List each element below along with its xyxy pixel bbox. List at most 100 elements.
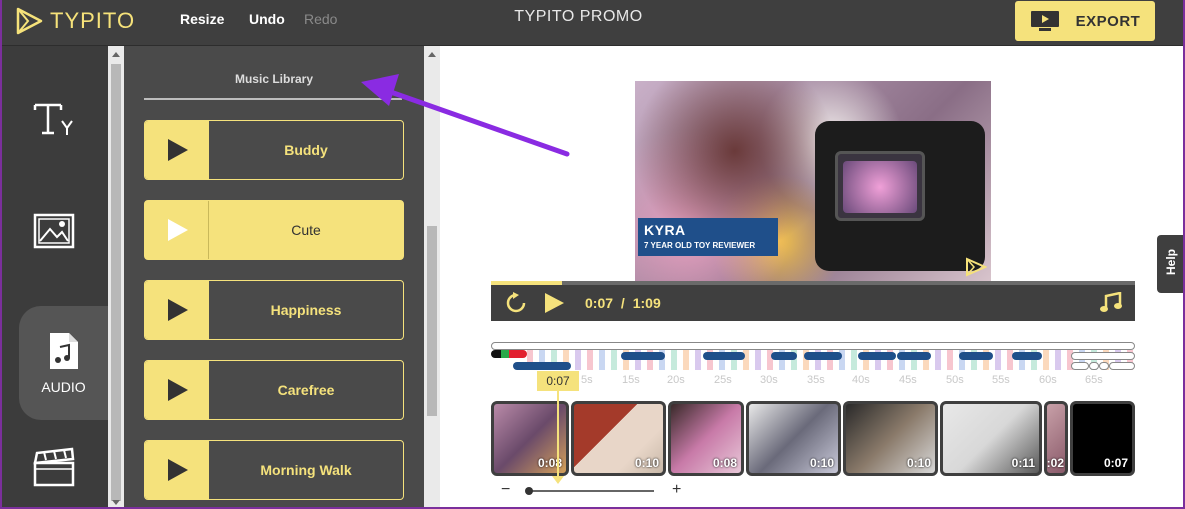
timeline-text-block[interactable] bbox=[1012, 352, 1042, 360]
rail-item-image[interactable] bbox=[0, 196, 108, 266]
rail-item-text[interactable] bbox=[0, 84, 108, 154]
music-note-icon[interactable] bbox=[1099, 292, 1123, 314]
timeline-text-block[interactable] bbox=[703, 352, 745, 360]
track-item-carefree[interactable]: Carefree bbox=[144, 360, 404, 420]
track-item-happiness[interactable]: Happiness bbox=[144, 280, 404, 340]
play-track-button[interactable] bbox=[145, 281, 209, 339]
export-button[interactable]: EXPORT bbox=[1015, 1, 1155, 41]
clip-thumbnail[interactable]: 0:10 bbox=[746, 401, 841, 476]
timeline-text-block[interactable] bbox=[621, 352, 665, 360]
clip-thumbnail[interactable]: 0:10 bbox=[571, 401, 666, 476]
timeline-zoom-control: − + bbox=[501, 481, 681, 499]
rail-scroll-thumb[interactable] bbox=[111, 64, 121, 501]
timeline-track-strip[interactable] bbox=[491, 342, 1135, 370]
timeline-text-block[interactable] bbox=[858, 352, 896, 360]
play-track-button[interactable] bbox=[145, 201, 209, 259]
timeline-text-block[interactable] bbox=[959, 352, 993, 360]
clip-thumbnail[interactable]: 0:10 bbox=[843, 401, 938, 476]
top-bar: TYPITO Resize Undo Redo TYPITO PROMO EXP… bbox=[0, 0, 1185, 46]
music-library-panel: Music Library Buddy Cute Happiness Caref… bbox=[124, 46, 424, 509]
play-track-button[interactable] bbox=[145, 441, 209, 499]
scroll-up-arrow-icon[interactable] bbox=[428, 52, 436, 57]
library-scrollbar[interactable] bbox=[424, 46, 440, 509]
tick-label: 65s bbox=[1085, 374, 1103, 386]
clip-thumbnail[interactable]: 0:07 bbox=[1070, 401, 1135, 476]
current-time: 0:07 bbox=[585, 295, 614, 311]
tick-label: 45s bbox=[899, 374, 917, 386]
tick-label: 40s bbox=[852, 374, 870, 386]
play-track-button[interactable] bbox=[145, 361, 209, 419]
timeline-text-block[interactable] bbox=[771, 352, 797, 360]
zoom-slider-track[interactable] bbox=[527, 490, 654, 492]
panel-title: Music Library bbox=[234, 72, 314, 86]
track-item-morning-walk[interactable]: Morning Walk bbox=[144, 440, 404, 500]
timeline-text-block[interactable] bbox=[513, 362, 571, 370]
zoom-out-button[interactable]: − bbox=[501, 481, 510, 499]
camera-image bbox=[815, 121, 985, 271]
clip-thumbnail[interactable]: 0:08 bbox=[668, 401, 744, 476]
undo-button[interactable]: Undo bbox=[249, 11, 285, 27]
scroll-up-arrow-icon[interactable] bbox=[112, 52, 120, 57]
track-name: Happiness bbox=[270, 302, 342, 318]
watermark-logo-icon bbox=[966, 257, 987, 277]
project-title: TYPITO PROMO bbox=[514, 8, 643, 25]
monitor-icon bbox=[1030, 11, 1059, 31]
image-icon bbox=[33, 213, 75, 249]
timeline-empty-block[interactable] bbox=[1071, 362, 1089, 370]
clip-duration: 0:08 bbox=[712, 456, 737, 470]
time-separator: / bbox=[620, 295, 625, 311]
library-scroll-thumb[interactable] bbox=[427, 226, 437, 416]
resize-button[interactable]: Resize bbox=[180, 11, 224, 27]
clip-duration: 0:11 bbox=[1011, 456, 1035, 470]
total-time: 1:09 bbox=[632, 295, 661, 311]
timeline-segment bbox=[491, 350, 501, 358]
caption-name: KYRA bbox=[644, 222, 686, 238]
clapperboard-icon bbox=[33, 447, 75, 487]
export-label: EXPORT bbox=[1075, 12, 1141, 30]
clip-duration: 0:10 bbox=[809, 456, 834, 470]
rail-scrollbar[interactable] bbox=[108, 46, 124, 509]
track-name: Cute bbox=[291, 222, 321, 238]
video-preview[interactable]: KYRA 7 YEAR OLD TOY REVIEWER bbox=[635, 81, 991, 281]
rail-item-scenes[interactable] bbox=[0, 432, 108, 502]
preview-stage: KYRA 7 YEAR OLD TOY REVIEWER 0:07 / 1:09… bbox=[440, 46, 1185, 509]
playhead-time-label[interactable]: 0:07 bbox=[537, 371, 579, 391]
brand-name: TYPITO bbox=[50, 8, 136, 33]
playhead-line[interactable] bbox=[557, 391, 559, 479]
rail-item-audio[interactable]: AUDIO bbox=[19, 306, 108, 420]
tick-label: 20s bbox=[667, 374, 685, 386]
player-controls: 0:07 / 1:09 bbox=[491, 285, 1135, 321]
clip-thumbnail[interactable]: 0:11 bbox=[940, 401, 1042, 476]
caption-subtitle: 7 YEAR OLD TOY REVIEWER bbox=[644, 241, 756, 250]
clip-duration: 0:02 bbox=[1046, 456, 1064, 470]
track-item-buddy[interactable]: Buddy bbox=[144, 120, 404, 180]
replay-icon[interactable] bbox=[505, 292, 527, 314]
clip-thumbnail[interactable]: 0:02 bbox=[1044, 401, 1068, 476]
scroll-down-arrow-icon[interactable] bbox=[112, 500, 120, 505]
timeline-text-block[interactable] bbox=[897, 352, 931, 360]
lower-third-caption[interactable]: KYRA 7 YEAR OLD TOY REVIEWER bbox=[638, 218, 778, 256]
playback-time: 0:07 / 1:09 bbox=[585, 295, 661, 311]
tick-label: 30s bbox=[760, 374, 778, 386]
zoom-slider-knob[interactable] bbox=[525, 487, 533, 495]
play-icon bbox=[167, 219, 188, 241]
track-item-cute[interactable]: Cute bbox=[144, 200, 404, 260]
timeline-empty-block[interactable] bbox=[1071, 352, 1135, 360]
timeline-lane-outline bbox=[491, 342, 1135, 350]
clip-duration: 0:10 bbox=[906, 456, 931, 470]
tick-label: 25s bbox=[714, 374, 732, 386]
help-label: Help bbox=[1164, 248, 1178, 275]
timeline-empty-block[interactable] bbox=[1099, 362, 1109, 370]
timeline-empty-block[interactable] bbox=[1089, 362, 1099, 370]
typito-logo[interactable]: TYPITO bbox=[14, 6, 135, 36]
play-track-button[interactable] bbox=[145, 121, 209, 179]
help-tab[interactable]: Help bbox=[1157, 235, 1185, 293]
play-icon[interactable] bbox=[543, 292, 565, 314]
tick-label: 5s bbox=[581, 374, 593, 386]
tick-label: 55s bbox=[992, 374, 1010, 386]
redo-button[interactable]: Redo bbox=[304, 11, 337, 27]
timeline-text-block[interactable] bbox=[804, 352, 842, 360]
text-icon bbox=[33, 103, 73, 135]
timeline-empty-block[interactable] bbox=[1109, 362, 1135, 370]
zoom-in-button[interactable]: + bbox=[672, 481, 681, 499]
